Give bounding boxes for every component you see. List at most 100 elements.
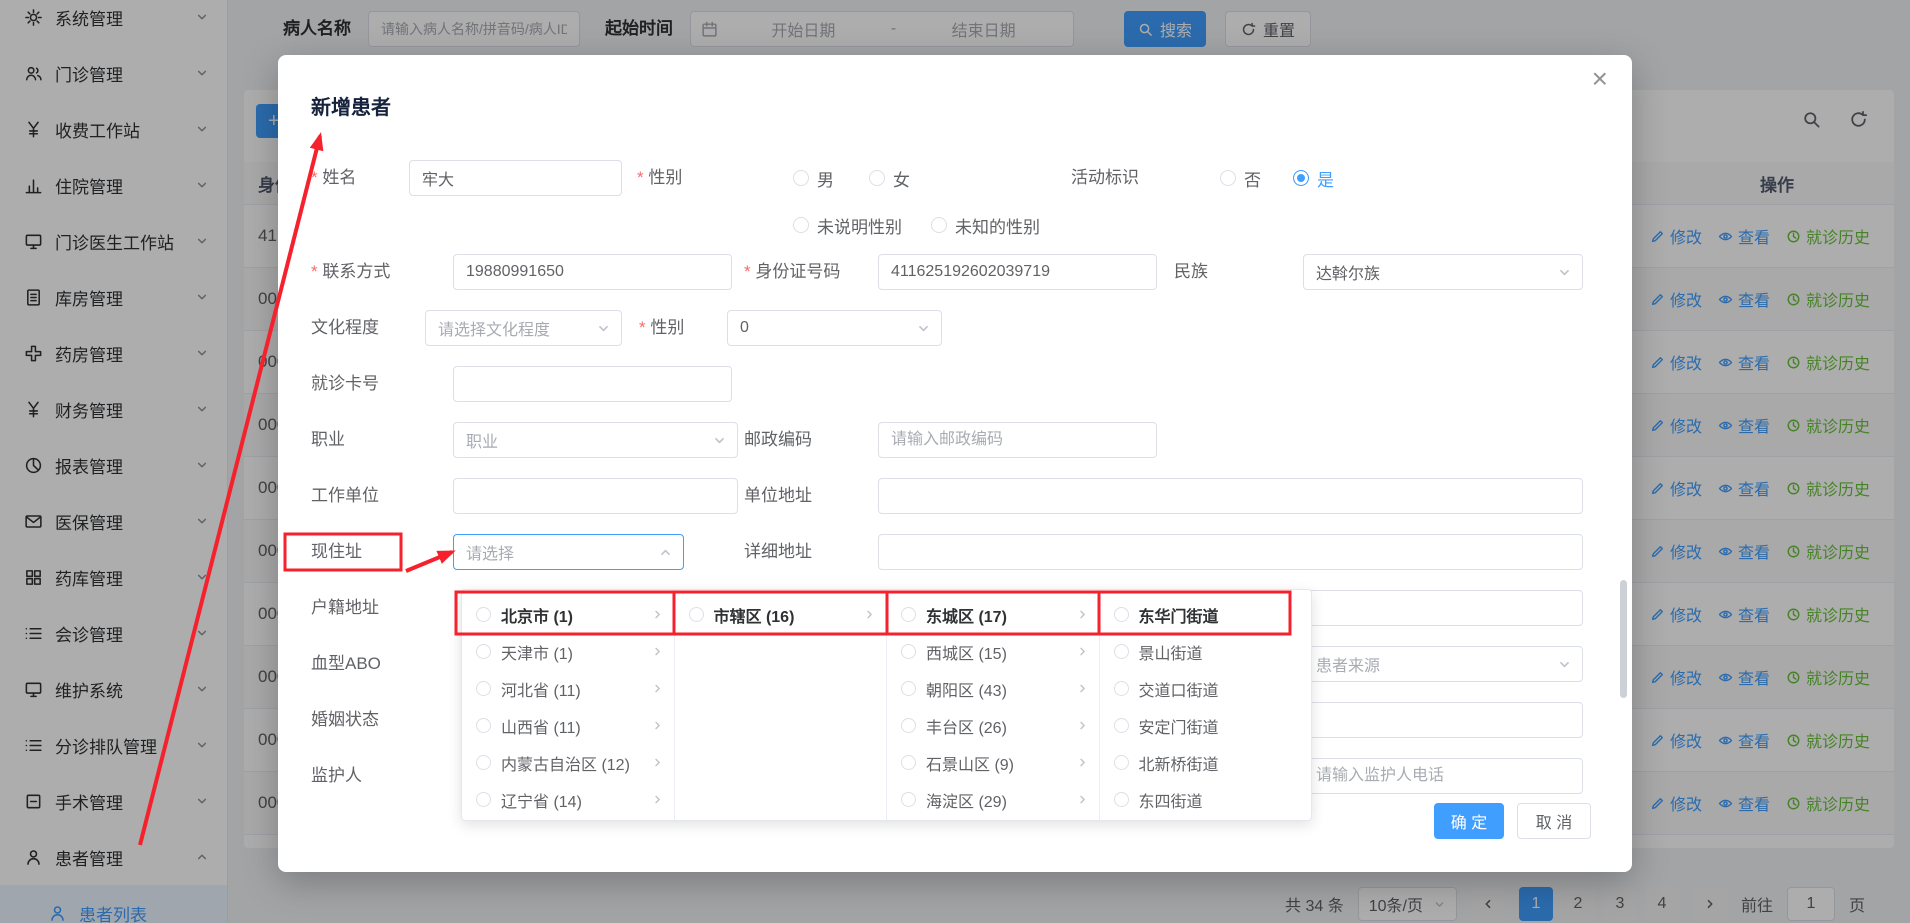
- radio-label: 未知的性别: [955, 213, 1040, 238]
- chevron-right-icon: [863, 608, 876, 621]
- chevron-right-icon: [1076, 793, 1089, 806]
- chevron-down-icon: [916, 321, 931, 336]
- postal-code-label: 邮政编码: [744, 422, 812, 458]
- cascader-option[interactable]: 石景山区 (9): [887, 744, 1099, 781]
- visit-card-input[interactable]: [453, 366, 732, 402]
- radio-icon: [476, 644, 491, 659]
- cascader-option[interactable]: 北新桥街道: [1100, 744, 1312, 781]
- ethnicity-select[interactable]: 达斡尔族: [1303, 254, 1583, 290]
- radio-icon: [476, 607, 491, 622]
- gender-radio-unspecified[interactable]: 未说明性别: [793, 207, 902, 243]
- radio-icon: [476, 718, 491, 733]
- cascader-option-label: 石景山区 (9): [926, 751, 1066, 775]
- radio-icon: [476, 755, 491, 770]
- cascader-option-label: 市辖区 (16): [714, 603, 854, 627]
- cascader-option[interactable]: 交道口街道: [1100, 670, 1312, 707]
- chevron-right-icon: [651, 719, 664, 732]
- chevron-right-icon: [1076, 608, 1089, 621]
- radio-icon: [869, 170, 885, 186]
- guardian-phone-input[interactable]: [1303, 758, 1583, 794]
- ethnicity-label: 民族: [1174, 254, 1208, 290]
- cascader-option-label: 安定门街道: [1139, 714, 1302, 738]
- modal-title: 新增患者: [311, 91, 391, 120]
- cascader-option[interactable]: 河北省 (11): [462, 670, 674, 707]
- gender-radio-unknown[interactable]: 未知的性别: [931, 207, 1040, 243]
- radio-icon: [901, 792, 916, 807]
- radio-label: 否: [1244, 166, 1261, 191]
- radio-icon: [1220, 170, 1236, 186]
- radio-icon: [1114, 607, 1129, 622]
- cascader-option-label: 东华门街道: [1139, 603, 1302, 627]
- chevron-right-icon: [651, 682, 664, 695]
- chevron-down-icon: [1557, 657, 1572, 672]
- unit-address-input[interactable]: [878, 478, 1583, 514]
- patient-source-select[interactable]: 患者来源: [1303, 646, 1583, 682]
- cascader-column: 东城区 (17) 西城区 (15) 朝阳区 (43) 丰台区 (26) 石景山区 (9)…: [887, 590, 1100, 820]
- cascader-option[interactable]: 辽宁省 (14): [462, 781, 674, 818]
- cascader-option-label: 北新桥街道: [1139, 751, 1302, 775]
- gender-radio-female[interactable]: 女: [869, 160, 910, 196]
- radio-icon: [793, 170, 809, 186]
- work-unit-label: 工作单位: [311, 478, 379, 514]
- chevron-right-icon: [1076, 682, 1089, 695]
- id-number-label: 身份证号码: [744, 254, 840, 290]
- radio-icon: [1114, 792, 1129, 807]
- contact-input[interactable]: [453, 254, 732, 290]
- name-input[interactable]: [409, 160, 622, 196]
- close-icon[interactable]: ×: [1592, 65, 1608, 93]
- cascader-option[interactable]: 朝阳区 (43): [887, 670, 1099, 707]
- gender-radio-male[interactable]: 男: [793, 160, 834, 196]
- radio-icon: [901, 644, 916, 659]
- cascader-option[interactable]: 东城区 (17): [887, 596, 1099, 633]
- postal-code-input[interactable]: [878, 422, 1157, 458]
- chevron-right-icon: [651, 756, 664, 769]
- cascader-option[interactable]: 山西省 (11): [462, 707, 674, 744]
- cascader-option[interactable]: 安定门街道: [1100, 707, 1312, 744]
- chevron-up-icon: [658, 545, 673, 560]
- work-unit-input[interactable]: [453, 478, 738, 514]
- radio-label: 是: [1317, 166, 1334, 191]
- cascader-option[interactable]: 天津市 (1): [462, 633, 674, 670]
- cascader-option-label: 朝阳区 (43): [926, 677, 1066, 701]
- select-value: 达斡尔族: [1316, 260, 1380, 284]
- select-value: 0: [740, 319, 749, 337]
- cascader-option[interactable]: 丰台区 (26): [887, 707, 1099, 744]
- cascader-option-label: 天津市 (1): [501, 640, 641, 664]
- cascader-option[interactable]: 西城区 (15): [887, 633, 1099, 670]
- active-flag-radio-no[interactable]: 否: [1220, 160, 1261, 196]
- cascader-option[interactable]: 海淀区 (29): [887, 781, 1099, 818]
- cascader-option[interactable]: 内蒙古自治区 (12): [462, 744, 674, 781]
- cancel-button[interactable]: 取 消: [1517, 803, 1591, 839]
- scrollbar-thumb[interactable]: [1620, 580, 1627, 698]
- cascader-option-label: 北京市 (1): [501, 603, 641, 627]
- chevron-down-icon: [712, 433, 727, 448]
- chevron-down-icon: [1557, 265, 1572, 280]
- cascader-option[interactable]: 市辖区 (16): [675, 596, 887, 633]
- education-select[interactable]: 请选择文化程度: [425, 310, 622, 346]
- occupation-select[interactable]: 职业: [453, 422, 738, 458]
- cascader-option[interactable]: 景山街道: [1100, 633, 1312, 670]
- cascader-column: 东华门街道景山街道交道口街道安定门街道北新桥街道东四街道: [1100, 590, 1312, 820]
- cascader-option[interactable]: 北京市 (1): [462, 596, 674, 633]
- id-number-input[interactable]: [878, 254, 1157, 290]
- education-label: 文化程度: [311, 310, 379, 346]
- chevron-right-icon: [1076, 756, 1089, 769]
- current-address-select[interactable]: 请选择: [453, 534, 684, 570]
- cascader-option-label: 丰台区 (26): [926, 714, 1066, 738]
- occupation-label: 职业: [311, 422, 345, 458]
- visit-card-label: 就诊卡号: [311, 366, 379, 402]
- radio-label: 未说明性别: [817, 213, 902, 238]
- cascader-option[interactable]: 东华门街道: [1100, 596, 1312, 633]
- cascader-option-label: 辽宁省 (14): [501, 788, 641, 812]
- detail-address-input[interactable]: [878, 534, 1583, 570]
- unit-address-label: 单位地址: [744, 478, 812, 514]
- cascader-option[interactable]: 东四街道: [1100, 781, 1312, 818]
- gender-code-select[interactable]: 0: [727, 310, 942, 346]
- radio-icon: [476, 681, 491, 696]
- confirm-button[interactable]: 确 定: [1434, 803, 1504, 839]
- household-address-label: 户籍地址: [311, 590, 379, 626]
- cascader-option-label: 东城区 (17): [926, 603, 1066, 627]
- radio-icon: [1114, 755, 1129, 770]
- active-flag-radio-yes[interactable]: 是: [1293, 160, 1334, 196]
- radio-icon: [901, 681, 916, 696]
